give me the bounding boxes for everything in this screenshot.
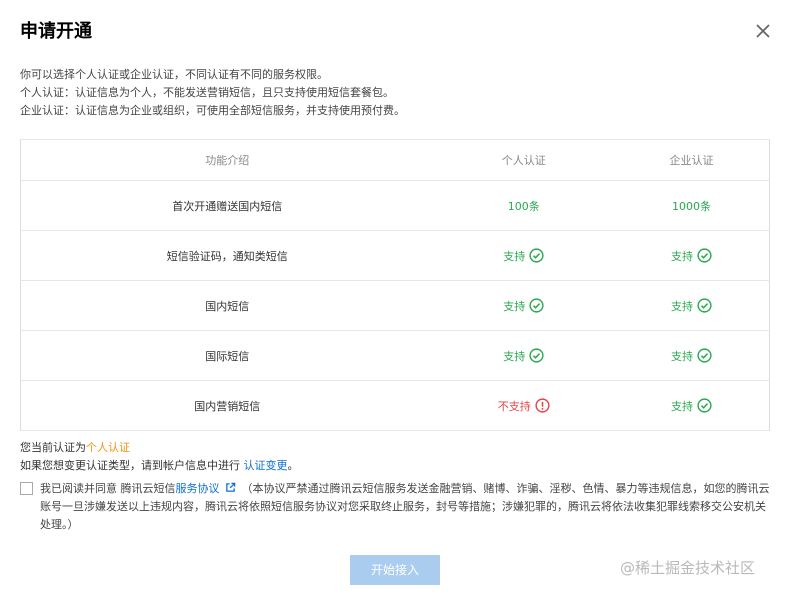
service-agreement-link[interactable]: 服务协议 [176,482,220,495]
column-header: 企业认证 [614,139,770,181]
personal-cell: 支持 [433,230,615,281]
personal-value: 100条 [507,199,540,213]
column-header: 个人认证 [433,139,615,181]
table-row: 国内短信 支持 支持 [20,280,770,331]
watermark: @稀土掘金技术社区 [620,559,756,577]
current-auth-value: 个人认证 [86,441,130,454]
exclamation-circle-icon [535,398,550,413]
check-circle-icon [697,398,712,413]
check-circle-icon [529,248,544,263]
enterprise-cell: 1000条 [614,180,770,231]
enterprise-value: 1000条 [672,199,711,213]
enterprise-cell: 支持 [614,330,770,381]
enterprise-support-text: 支持 [671,249,693,263]
intro-line: 个人认证：认证信息为个人，不能发送营销短信，且只支持使用短信套餐包。 [20,86,394,99]
agreement-prefix: 我已阅读并同意 腾讯云短信 [40,482,176,495]
personal-cell: 支持 [433,280,615,331]
personal-cell: 支持 [433,330,615,381]
dialog-title: 申请开通 [20,21,92,42]
enterprise-support-text: 支持 [671,349,693,363]
check-circle-icon [529,298,544,313]
check-circle-icon [697,248,712,263]
enterprise-cell: 支持 [614,280,770,331]
feature-cell: 国内营销短信 [20,380,434,431]
change-auth-link[interactable]: 认证变更 [244,459,288,472]
table-header-row: 功能介绍 个人认证 企业认证 [20,139,770,181]
column-header: 功能介绍 [20,139,434,181]
feature-cell: 国内短信 [20,280,434,331]
intro-line: 企业认证：认证信息为企业或组织，可使用全部短信服务，并支持使用预付费。 [20,104,405,117]
enterprise-support-text: 支持 [671,399,693,413]
auth-status: 您当前认证为个人认证 如果您想变更认证类型，请到帐户信息中进行 认证变更。 [20,439,299,475]
feature-table: 功能介绍 个人认证 企业认证 首次开通赠送国内短信 100条 1000条短信验证码，… [20,139,770,431]
external-link-icon[interactable] [225,482,236,493]
personal-support-text: 支持 [503,299,526,313]
feature-cell: 短信验证码，通知类短信 [20,230,434,281]
agree-checkbox[interactable] [20,482,33,495]
check-circle-icon [697,348,712,363]
table-row: 首次开通赠送国内短信 100条 1000条 [20,180,770,231]
personal-cell: 不支持 [433,380,615,431]
feature-cell: 国际短信 [20,330,434,381]
close-icon[interactable] [752,20,774,42]
agreement-section: 我已阅读并同意 腾讯云短信服务协议 （本协议严禁通过腾讯云短信服务发送金融营销、… [20,480,772,534]
intro-text: 你可以选择个人认证或企业认证，不同认证有不同的服务权限。 个人认证：认证信息为个… [20,66,405,120]
personal-support-text: 支持 [503,349,526,363]
enterprise-cell: 支持 [614,380,770,431]
enterprise-cell: 支持 [614,230,770,281]
start-access-button[interactable]: 开始接入 [350,555,440,585]
feature-cell: 首次开通赠送国内短信 [20,180,434,231]
check-circle-icon [529,348,544,363]
personal-support-text: 支持 [503,249,526,263]
change-auth-text: 如果您想变更认证类型，请到帐户信息中进行 [20,459,240,472]
change-auth-suffix: 。 [287,459,299,472]
check-circle-icon [697,298,712,313]
enterprise-support-text: 支持 [671,299,693,313]
personal-cell: 100条 [433,180,615,231]
current-auth-label: 您当前认证为 [20,441,86,454]
table-row: 国际短信 支持 支持 [20,330,770,381]
table-row: 短信验证码，通知类短信 支持 支持 [20,230,770,281]
table-row: 国内营销短信 不支持 支持 [20,380,770,431]
personal-support-text: 不支持 [497,399,531,413]
intro-line: 你可以选择个人认证或企业认证，不同认证有不同的服务权限。 [20,68,328,81]
